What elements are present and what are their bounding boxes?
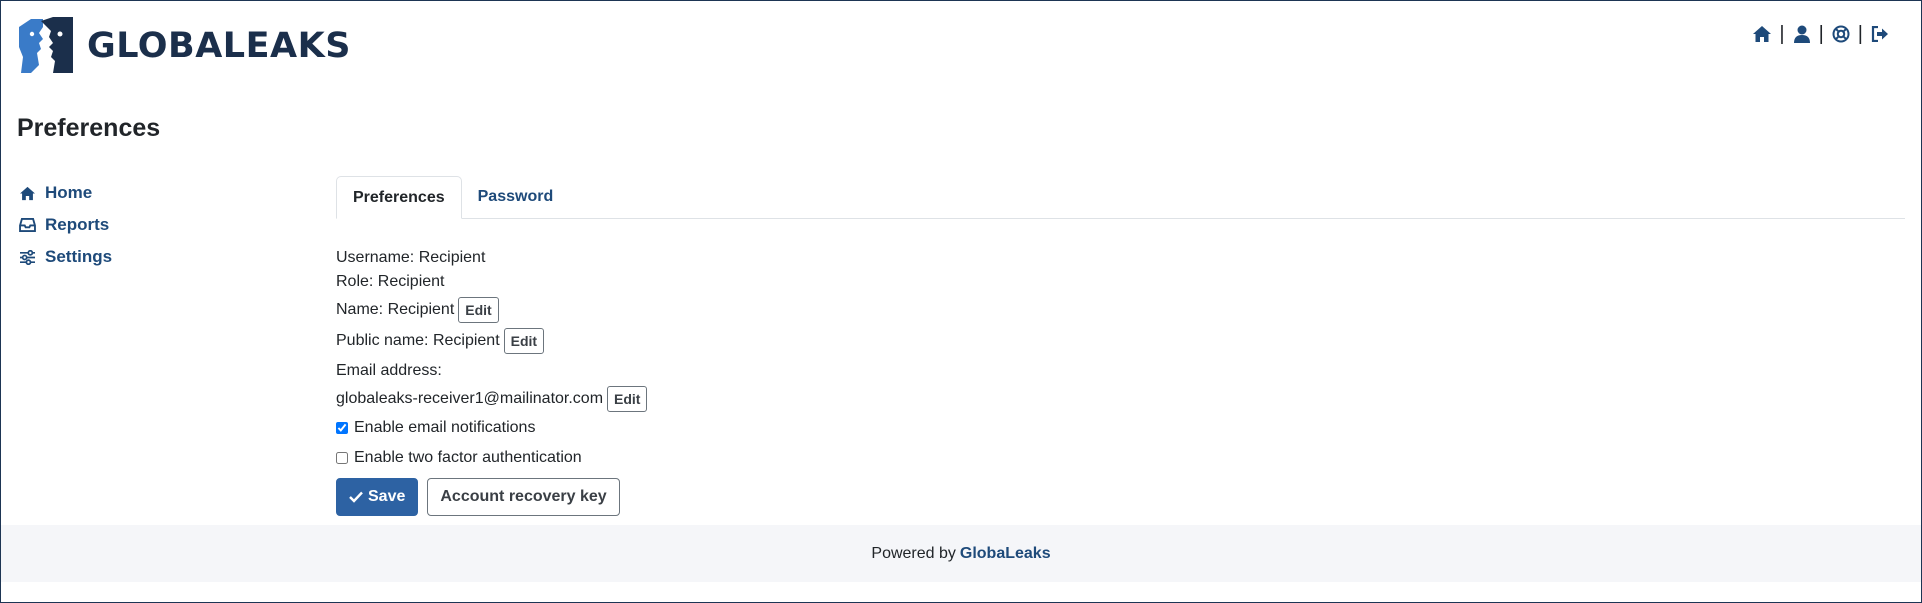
role-row: Role: Recipient <box>336 270 1905 294</box>
public-name-row: Public name: Recipient Edit <box>336 325 1905 356</box>
inbox-icon <box>17 215 37 235</box>
email-row: globaleaks-receiver1@mailinator.com Edit <box>336 383 1905 414</box>
role-text: Role: Recipient <box>336 273 445 290</box>
footer-brand-link[interactable]: GlobaLeaks <box>960 545 1051 563</box>
home-icon <box>17 183 37 203</box>
footer-prefix: Powered by <box>871 544 956 562</box>
nav-separator: | <box>1779 23 1785 45</box>
account-recovery-key-button[interactable]: Account recovery key <box>427 478 620 516</box>
edit-public-name-button[interactable]: Edit <box>503 327 545 354</box>
email-notifications-option[interactable]: Enable email notifications <box>336 414 1905 442</box>
public-name-text: Public name: Recipient <box>336 331 500 349</box>
tab-password[interactable]: Password <box>462 176 570 218</box>
sidebar-item-settings[interactable]: Settings <box>17 241 112 273</box>
nav-separator: | <box>1857 23 1863 45</box>
email-notifications-label: Enable email notifications <box>354 419 536 436</box>
sidebar-item-label: Reports <box>45 215 110 234</box>
edit-name-button[interactable]: Edit <box>458 296 499 323</box>
logout-icon[interactable] <box>1869 23 1891 45</box>
sliders-icon <box>17 247 37 267</box>
email-label: Email address: <box>336 362 442 379</box>
save-button-label: Save <box>368 488 406 505</box>
save-button[interactable]: Save <box>336 478 419 516</box>
top-navigation: | | | <box>1751 23 1891 45</box>
username-text: Username: Recipient <box>336 249 486 266</box>
two-factor-checkbox[interactable] <box>336 452 348 464</box>
preferences-form: Username: Recipient Role: Recipient Name… <box>336 246 1905 516</box>
main-content: Preferences Password Username: Recipient… <box>336 176 1905 516</box>
footer: Powered by GlobaLeaks <box>1 525 1921 582</box>
email-value: globaleaks-receiver1@mailinator.com <box>336 389 604 407</box>
nav-separator: | <box>1818 23 1824 45</box>
home-icon[interactable] <box>1751 23 1773 45</box>
user-icon[interactable] <box>1791 23 1813 45</box>
brand-name: GLOBALEAKS <box>87 26 351 66</box>
email-label-row: Email address: <box>336 359 1905 383</box>
username-row: Username: Recipient <box>336 246 1905 270</box>
sidebar: Home Reports Settings <box>17 177 112 273</box>
tab-bar: Preferences Password <box>336 176 1905 219</box>
sidebar-item-home[interactable]: Home <box>17 177 112 209</box>
lifebuoy-icon[interactable] <box>1830 23 1852 45</box>
name-row: Name: Recipient Edit <box>336 294 1905 325</box>
brand-header: GLOBALEAKS <box>17 17 351 75</box>
edit-email-button[interactable]: Edit <box>607 385 648 412</box>
page-title: Preferences <box>17 114 161 142</box>
sidebar-item-label: Home <box>45 183 93 202</box>
two-factor-option[interactable]: Enable two factor authentication <box>336 442 1905 474</box>
email-notifications-checkbox[interactable] <box>336 422 348 434</box>
sidebar-item-label: Settings <box>45 247 113 266</box>
name-text: Name: Recipient <box>336 300 455 318</box>
globaleaks-logo-icon <box>19 17 73 73</box>
two-factor-label: Enable two factor authentication <box>354 449 582 466</box>
tab-preferences[interactable]: Preferences <box>336 176 462 219</box>
check-icon <box>349 491 363 503</box>
sidebar-item-reports[interactable]: Reports <box>17 209 112 241</box>
form-actions: Save Account recovery key <box>336 478 1905 516</box>
